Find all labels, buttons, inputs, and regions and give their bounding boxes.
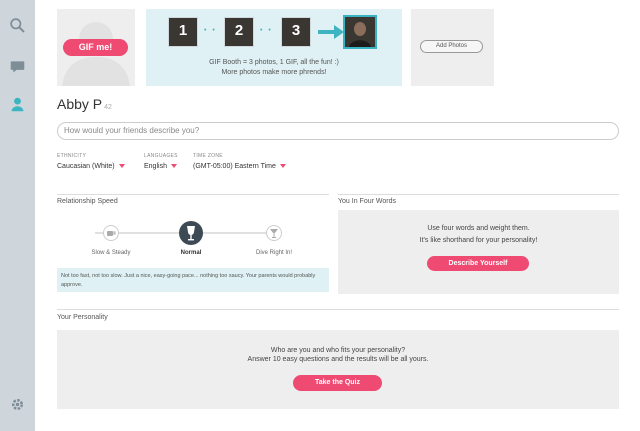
dive-right-in-label: Dive Right In! bbox=[255, 250, 292, 256]
divider bbox=[338, 194, 619, 195]
languages-value-text: English bbox=[144, 163, 167, 170]
booth-caption-1: GIF Booth = 3 photos, 1 GIF, all the fun… bbox=[209, 59, 339, 66]
normal-label: Normal bbox=[180, 250, 202, 256]
describe-yourself-button[interactable]: Describe Yourself bbox=[427, 256, 529, 271]
teacup-icon bbox=[107, 231, 116, 236]
booth-number-2: 2 bbox=[234, 22, 244, 39]
chat-icon[interactable] bbox=[9, 58, 26, 75]
ethnicity-value-text: Caucasian (White) bbox=[57, 163, 115, 170]
person-portrait-icon bbox=[349, 22, 371, 47]
booth-gif-result bbox=[343, 15, 377, 49]
cocktail-glass-icon bbox=[270, 229, 278, 238]
four-words-title: You In Four Words bbox=[338, 198, 396, 205]
search-icon[interactable] bbox=[9, 17, 26, 34]
booth-dots-icon: • • bbox=[260, 27, 273, 34]
profile-icon[interactable] bbox=[9, 96, 26, 113]
chevron-down-icon bbox=[279, 164, 286, 169]
wine-glass-icon bbox=[187, 226, 195, 241]
timezone-label: TIME ZONE bbox=[193, 153, 223, 159]
gif-booth-panel: 1 • • 2 • • 3 GIF Booth = 3 photos, 1 GI… bbox=[146, 9, 402, 86]
divider bbox=[57, 194, 329, 195]
timezone-field[interactable]: TIME ZONE (GMT-05:00) Eastern Time bbox=[193, 153, 286, 170]
gear-icon[interactable] bbox=[9, 396, 26, 413]
ethnicity-label: ETHNICITY bbox=[57, 153, 87, 159]
name-text: Abby P bbox=[57, 96, 103, 112]
add-photos-panel: Add Photos bbox=[411, 9, 494, 86]
booth-caption-2: More photos make more phrends! bbox=[221, 69, 327, 76]
speed-description: Not too fast, not too slow. Just a nice,… bbox=[57, 268, 329, 292]
booth-number-3: 3 bbox=[291, 22, 301, 39]
add-photos-button[interactable]: Add Photos bbox=[420, 40, 483, 53]
languages-value[interactable]: English bbox=[144, 163, 178, 170]
normal-stop[interactable] bbox=[179, 221, 203, 245]
dive-right-in-stop[interactable] bbox=[266, 225, 282, 241]
booth-number-1: 1 bbox=[178, 22, 188, 39]
booth-dots-icon: • • bbox=[204, 27, 217, 34]
ethnicity-field[interactable]: ETHNICITY Caucasian (White) bbox=[57, 153, 125, 170]
four-words-panel: Use four words and weight them. It's lik… bbox=[338, 210, 619, 294]
take-quiz-button[interactable]: Take the Quiz bbox=[293, 375, 382, 391]
four-words-line-2: It's like shorthand for your personality… bbox=[419, 237, 538, 244]
left-sidebar bbox=[0, 0, 35, 431]
relationship-speed-title: Relationship Speed bbox=[57, 198, 118, 205]
age-text: 42 bbox=[104, 104, 112, 111]
slow-steady-label: Slow & Steady bbox=[91, 250, 131, 256]
timezone-value-text: (GMT-05:00) Eastern Time bbox=[193, 163, 276, 170]
personality-title: Your Personality bbox=[57, 314, 108, 321]
languages-field[interactable]: LANGUAGES English bbox=[144, 153, 178, 170]
chevron-down-icon bbox=[118, 164, 125, 169]
personality-line-2: Answer 10 easy questions and the results… bbox=[247, 356, 429, 363]
booth-photo-2: 2 bbox=[224, 17, 254, 47]
describe-input[interactable]: How would your friends describe you? bbox=[57, 122, 619, 140]
ethnicity-value[interactable]: Caucasian (White) bbox=[57, 163, 125, 170]
slow-steady-stop[interactable] bbox=[103, 225, 119, 241]
gif-me-button[interactable]: GIF me! bbox=[63, 39, 128, 56]
four-words-line-1: Use four words and weight them. bbox=[427, 225, 530, 232]
booth-photo-1: 1 bbox=[168, 17, 198, 47]
arrow-right-icon bbox=[318, 25, 344, 39]
languages-label: LANGUAGES bbox=[144, 153, 178, 159]
booth-photo-3: 3 bbox=[281, 17, 311, 47]
divider bbox=[57, 309, 619, 310]
timezone-value[interactable]: (GMT-05:00) Eastern Time bbox=[193, 163, 286, 170]
chevron-down-icon bbox=[170, 164, 177, 169]
personality-line-1: Who are you and who fits your personalit… bbox=[270, 347, 406, 354]
personality-panel: Who are you and who fits your personalit… bbox=[57, 330, 619, 409]
profile-name: Abby P 42 bbox=[57, 96, 112, 112]
